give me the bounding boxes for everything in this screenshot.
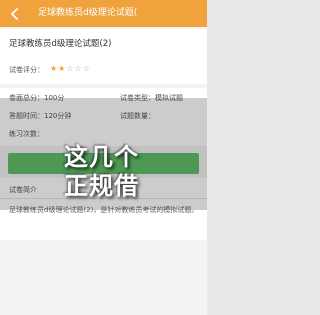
rating-stars: ★★☆☆☆ xyxy=(50,63,91,75)
exam-title: 足球教练员d级理论试题(2) xyxy=(9,39,112,49)
star-filled-icon: ★ xyxy=(50,64,59,73)
rating-label: 试卷评分： xyxy=(9,66,44,74)
watermark-line-2: 正规借 xyxy=(64,172,139,200)
app-header: 足球教练员d级理论试题( xyxy=(0,0,207,27)
page-title: 足球教练员d级理论试题( xyxy=(38,8,138,18)
back-button[interactable] xyxy=(4,3,26,24)
exam-header-card: 足球教练员d级理论试题(2) 试卷评分： ★★☆☆☆ xyxy=(0,29,207,84)
watermark-line-1: 这几个 xyxy=(64,143,139,171)
watermark: 这几个 正规借 xyxy=(64,143,184,201)
star-empty-icon: ☆ xyxy=(66,64,75,73)
star-empty-icon: ☆ xyxy=(74,64,83,73)
star-empty-icon: ☆ xyxy=(82,64,91,73)
chevron-left-icon xyxy=(11,7,18,20)
